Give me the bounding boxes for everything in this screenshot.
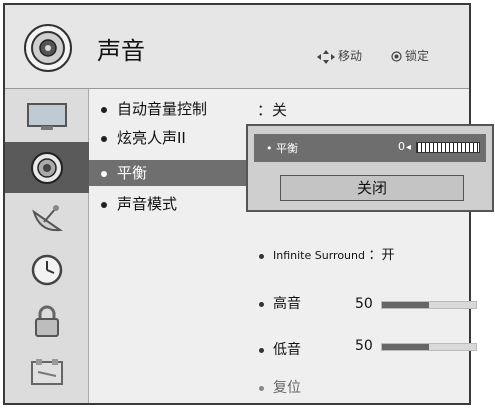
menu-item-balance[interactable]: 平衡 bbox=[89, 160, 251, 186]
move-hint-label: 移动 bbox=[338, 49, 363, 63]
bullet bbox=[101, 135, 107, 142]
sidebar-item-time[interactable] bbox=[5, 244, 89, 295]
sidebar bbox=[5, 89, 89, 403]
arrow-keys-icon bbox=[317, 49, 335, 64]
menu-item-label: 声音模式 bbox=[117, 195, 178, 213]
balance-label-text: 平衡 bbox=[276, 142, 298, 155]
bullet bbox=[259, 385, 264, 391]
option-icon bbox=[31, 358, 63, 385]
bass-level-fill bbox=[382, 344, 429, 350]
menu-item-sound-mode[interactable]: 声音模式 bbox=[101, 193, 177, 215]
bullet bbox=[101, 201, 107, 208]
bullet bbox=[101, 170, 107, 177]
page-title: 声音 bbox=[97, 37, 145, 65]
close-button[interactable]: 关闭 bbox=[280, 175, 464, 201]
surround-label: Infinite Surround bbox=[273, 249, 365, 262]
move-hint: 移动 bbox=[317, 47, 362, 64]
balance-value: 0 bbox=[398, 140, 405, 153]
left-arrow-icon: ◂ bbox=[406, 142, 412, 153]
sidebar-item-option[interactable] bbox=[5, 346, 89, 397]
sidebar-item-audio[interactable] bbox=[5, 142, 89, 193]
sidebar-item-channel[interactable] bbox=[5, 193, 89, 244]
menu-item-label: 自动音量控制 bbox=[117, 100, 208, 118]
surround-value: ：开 bbox=[368, 248, 395, 263]
option-treble[interactable]: 高音 bbox=[259, 293, 301, 315]
bullet bbox=[101, 106, 107, 113]
option-infinite-surround[interactable]: Infinite Surround ：开 bbox=[259, 245, 395, 267]
balance-row[interactable]: • 平衡 0 ◂ bbox=[254, 134, 486, 162]
bass-label: 低音 bbox=[273, 342, 301, 358]
balance-popup: • 平衡 0 ◂ 关闭 bbox=[246, 124, 494, 212]
audio-icon bbox=[23, 23, 73, 73]
menu-item-auto-volume[interactable]: 自动音量控制 bbox=[101, 98, 207, 120]
lock-icon bbox=[35, 305, 59, 337]
treble-value: 50 bbox=[355, 296, 373, 312]
bass-level-bar[interactable] bbox=[381, 343, 477, 351]
balance-popup-label: • 平衡 bbox=[266, 142, 298, 155]
sidebar-item-lock[interactable] bbox=[5, 295, 89, 346]
menu-item-clear-voice[interactable]: 炫亮人声II bbox=[101, 127, 186, 149]
menu-item-label: 炫亮人声II bbox=[117, 129, 186, 147]
audio-icon bbox=[31, 151, 63, 184]
balance-slider[interactable] bbox=[416, 142, 480, 153]
auto-volume-value: ：关 bbox=[257, 101, 288, 119]
satellite-dish-icon bbox=[32, 204, 63, 231]
lock-hint: 锁定 bbox=[391, 47, 429, 64]
bullet bbox=[259, 253, 264, 259]
ok-button-icon bbox=[391, 51, 402, 62]
sidebar-item-picture[interactable] bbox=[5, 91, 89, 142]
treble-level-bar[interactable] bbox=[381, 301, 477, 309]
header: 声音 移动 锁定 bbox=[5, 5, 469, 89]
bass-value: 50 bbox=[355, 338, 373, 354]
treble-level-fill bbox=[382, 302, 429, 308]
clock-icon bbox=[31, 254, 63, 285]
option-bass[interactable]: 低音 bbox=[259, 339, 301, 361]
menu-item-label: 平衡 bbox=[117, 164, 148, 182]
reset-label: 复位 bbox=[273, 380, 301, 396]
bullet bbox=[259, 347, 264, 353]
treble-label: 高音 bbox=[273, 296, 301, 312]
picture-icon bbox=[27, 102, 67, 130]
option-reset[interactable]: 复位 bbox=[259, 377, 301, 399]
bullet bbox=[259, 301, 264, 307]
lock-hint-label: 锁定 bbox=[405, 49, 430, 63]
